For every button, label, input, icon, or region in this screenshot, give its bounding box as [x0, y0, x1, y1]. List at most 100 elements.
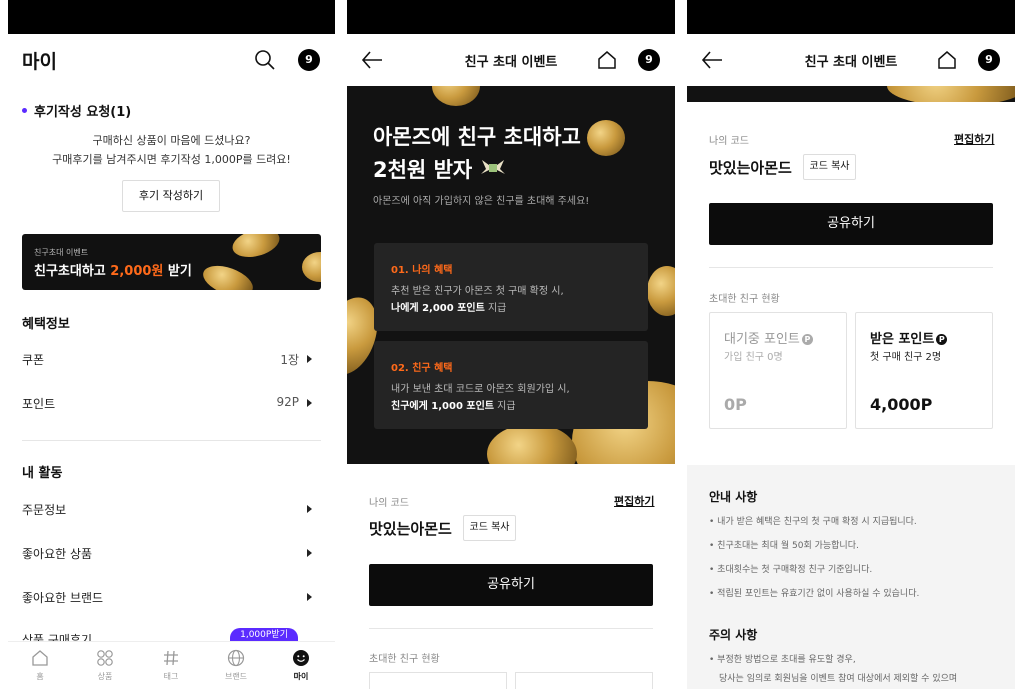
chevron-right-icon[interactable] [307, 549, 312, 557]
banner-prefix: 친구초대하고 [34, 264, 111, 279]
page-title: 마이 [22, 51, 57, 73]
my-benefit-card: 01. 나의 혜택 추천 받은 친구가 아몬즈 첫 구매 확정 시, 나에게 2… [374, 243, 648, 331]
home-icon[interactable] [937, 50, 957, 70]
purchase-review-points-pill[interactable]: 1,000P받기 [230, 628, 298, 642]
section-divider [369, 628, 653, 629]
review-request-text: 후기작성 요청(1) [34, 105, 132, 120]
copy-code-button[interactable]: 코드 복사 [463, 515, 516, 541]
received-points-sub: 첫 구매 친구 2명 [870, 352, 942, 363]
coin-image [587, 120, 625, 156]
caution-item: 당사는 임의로 회원님을 이벤트 참여 대상에서 제외할 수 있으며 [719, 674, 958, 684]
page-title: 친구 초대 이벤트 [804, 55, 898, 70]
notice-section: 안내 사항 • 내가 받은 혜택은 친구의 첫 구매 확정 시 지급됩니다. •… [687, 465, 1015, 689]
coin-image [432, 86, 480, 106]
hero-banner-bottom [687, 86, 1015, 102]
received-points-label-text: 받은 포인트 [870, 332, 935, 347]
activity-item-liked-brands[interactable]: 좋아요한 브랜드 [22, 589, 103, 606]
status-bar [8, 0, 335, 34]
page-title: 친구 초대 이벤트 [464, 55, 558, 70]
friends-status-label: 초대한 친구 현황 [369, 654, 440, 665]
search-icon[interactable] [254, 49, 276, 71]
my-code-label: 나의 코드 [369, 498, 409, 509]
nav-home-label: 홈 [36, 672, 44, 681]
banner-small-text: 친구초대 이벤트 [34, 248, 89, 257]
share-button[interactable]: 공유하기 [369, 564, 653, 606]
top-bar: 친구 초대 이벤트 9 [347, 34, 675, 86]
coin-image [229, 234, 283, 262]
notice-item: • 내가 받은 혜택은 친구의 첫 구매 확정 시 지급됩니다. [709, 517, 917, 527]
received-points-value: 4,000P [870, 395, 933, 414]
section-divider [709, 267, 993, 268]
nav-products-label: 상품 [97, 672, 113, 681]
nav-tags[interactable]: 태그 [146, 649, 196, 682]
my-benefit-line2: 나에게 2,000 포인트 지급 [391, 299, 506, 314]
notice-item: • 초대횟수는 첫 구매확정 친구 기준입니다. [709, 565, 873, 575]
activity-heading: 내 활동 [22, 466, 63, 481]
received-points-card: 받은 포인트 P 첫 구매 친구 2명 4,000P [855, 312, 993, 429]
edit-code-link[interactable]: 편집하기 [614, 493, 654, 509]
top-bar: 친구 초대 이벤트 9 [687, 34, 1015, 86]
coin-image [487, 424, 577, 464]
friend-benefit-line1: 내가 보낸 초대 코드로 아몬즈 회원가입 시, [391, 384, 570, 395]
nav-home[interactable]: 홈 [15, 649, 65, 682]
my-benefit-amount: 나에게 2,000 포인트 [391, 303, 485, 314]
review-request-line1: 구매하신 상품이 마음에 드셨나요? [92, 134, 251, 147]
my-page-screen: 마이 9 후기작성 요청(1) 구매하신 상품이 마음에 드셨나요? 구매후기를… [8, 0, 335, 689]
activity-item-liked-products[interactable]: 좋아요한 상품 [22, 545, 92, 562]
invite-banner[interactable]: 친구초대 이벤트 친구초대하고 2,000원 받기 [22, 234, 321, 290]
pending-points-sub: 가입 친구 0명 [724, 352, 783, 363]
review-request-line2: 구매후기를 남겨주시면 후기작성 1,000P를 드려요! [52, 153, 291, 166]
home-icon[interactable] [597, 50, 617, 70]
point-p-icon: P [936, 334, 948, 345]
pending-points-value: 0P [724, 395, 747, 414]
my-code-label: 나의 코드 [709, 136, 749, 147]
hashtag-icon [164, 650, 178, 666]
copy-code-button[interactable]: 코드 복사 [803, 154, 856, 180]
my-benefit-rest: 지급 [484, 303, 507, 314]
point-label[interactable]: 포인트 [22, 395, 55, 412]
pending-points-label-text: 대기중 포인트 [724, 332, 800, 347]
coupon-label[interactable]: 쿠폰 [22, 351, 44, 368]
chevron-right-icon[interactable] [307, 399, 312, 407]
hero-line1: 아몬즈에 친구 초대하고 [373, 125, 581, 149]
benefits-heading: 혜택정보 [22, 317, 70, 332]
coin-image [647, 266, 675, 316]
grid-circles-icon [97, 650, 113, 666]
globe-icon [227, 649, 245, 667]
nav-tags-label: 태그 [163, 672, 179, 681]
activity-item-purchase-reviews[interactable]: 상품 구매후기 [22, 631, 92, 641]
hero-banner: 아몬즈에 친구 초대하고 2천원 받자 아몬즈에 아직 가입하지 않은 친구를 … [347, 86, 675, 464]
friend-benefit-title: 02. 친구 혜택 [391, 363, 453, 374]
notification-badge[interactable]: 9 [298, 49, 320, 71]
chevron-right-icon[interactable] [307, 593, 312, 601]
notice-item: • 친구초대는 최대 월 50회 가능합니다. [709, 541, 859, 551]
money-wings-icon [480, 160, 505, 174]
pending-points-card: 대기중 포인트 P 가입 친구 0명 0P [709, 312, 847, 429]
activity-item-orders[interactable]: 주문정보 [22, 501, 66, 518]
nav-my[interactable]: 마이 [276, 649, 326, 682]
edit-code-link[interactable]: 편집하기 [954, 131, 994, 147]
caution-heading: 주의 사항 [709, 628, 758, 642]
share-button[interactable]: 공유하기 [709, 203, 993, 245]
status-bar [347, 0, 675, 34]
nav-products[interactable]: 상품 [80, 649, 130, 682]
hero-line2-text: 2천원 받자 [373, 158, 473, 182]
chevron-right-icon[interactable] [307, 505, 312, 513]
home-icon [32, 650, 48, 666]
notice-item: • 적립된 포인트는 유효기간 없이 사용하실 수 있습니다. [709, 589, 920, 599]
status-bar [687, 0, 1015, 34]
notice-heading: 안내 사항 [709, 490, 758, 504]
chevron-right-icon[interactable] [307, 355, 312, 363]
point-value: 92P [276, 395, 299, 409]
purple-dot-icon [22, 108, 27, 113]
friend-benefit-line2: 친구에게 1,000 포인트 지급 [391, 397, 516, 412]
friend-benefit-card: 02. 친구 혜택 내가 보낸 초대 코드로 아몬즈 회원가입 시, 친구에게 … [374, 341, 648, 429]
caution-item: • 부정한 방법으로 초대를 유도할 경우, [709, 655, 856, 665]
write-review-button[interactable]: 후기 작성하기 [122, 180, 220, 212]
notification-badge[interactable]: 9 [638, 49, 660, 71]
banner-highlight: 2,000원 [110, 264, 164, 279]
notification-badge[interactable]: 9 [978, 49, 1000, 71]
nav-brands[interactable]: 브랜드 [211, 649, 261, 682]
point-p-icon: P [801, 334, 813, 345]
review-request-heading: 후기작성 요청(1) [22, 101, 131, 120]
